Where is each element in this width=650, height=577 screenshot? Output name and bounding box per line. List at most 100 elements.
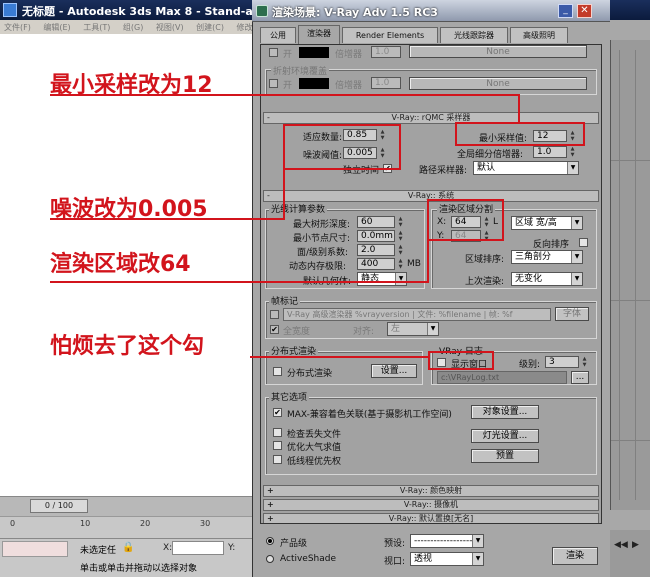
refract-multiplier-spinner[interactable]: 1.0	[371, 77, 401, 89]
min-leaf-size-spinner[interactable]: 0.0mm	[357, 230, 395, 242]
annotation-box-show-window	[428, 351, 494, 370]
chevron-down-icon[interactable]: ▼	[472, 553, 483, 565]
previous-render-dropdown[interactable]: 无变化 ▼	[511, 272, 583, 286]
level-label: 级别:	[519, 360, 541, 370]
chevron-down-icon[interactable]: ▼	[571, 273, 582, 285]
render-button[interactable]: 渲染	[552, 547, 598, 565]
path-sampler-value: 默认	[477, 163, 496, 173]
annotation-line	[250, 356, 430, 358]
browse-button[interactable]: ...	[571, 371, 589, 384]
face-level-coef-arrows[interactable]: ▲ ▼	[397, 244, 404, 256]
preset-dropdown[interactable]: ------------------- ▼	[410, 534, 484, 548]
light-settings-button[interactable]: 灯光设置...	[471, 429, 539, 443]
full-width-checkbox[interactable]: ✔	[270, 325, 279, 334]
time-slider[interactable]: 0 / 100	[30, 499, 88, 513]
production-radio[interactable]	[266, 537, 274, 545]
rollout-camera[interactable]: + V-Ray:: 摄像机	[263, 499, 599, 511]
max-compat-label: MAX-兼容着色关联(基于摄影机工作空间)	[287, 410, 452, 420]
presets-button[interactable]: 预置	[471, 449, 539, 463]
global-subdivs-arrows[interactable]: ▲ ▼	[569, 146, 576, 158]
env-map-button[interactable]: None	[409, 45, 587, 58]
chevron-down-icon[interactable]: ▼	[427, 323, 438, 335]
frame-stamp-text[interactable]: V-Ray 高级渲染器 %vrayversion | 文件: %filename…	[283, 308, 551, 321]
annotation-region: 渲染区域改64	[50, 252, 191, 277]
distributed-settings-button[interactable]: 设置...	[371, 364, 417, 378]
rollout-default-displacement-title: V-Ray:: 默认置换[无名]	[388, 514, 474, 523]
activeshade-radio[interactable]	[266, 555, 274, 563]
global-subdivs-spinner[interactable]: 1.0	[533, 146, 567, 158]
refract-override-checkbox[interactable]	[269, 79, 278, 88]
path-sampler-label: 路径采样器:	[419, 166, 468, 176]
optimize-atmo-checkbox[interactable]	[273, 441, 282, 450]
max-tree-depth-arrows[interactable]: ▲ ▼	[397, 216, 404, 228]
env-multiplier-spinner[interactable]: 1.0	[371, 46, 401, 58]
min-leaf-size-arrows[interactable]: ▲ ▼	[397, 230, 404, 242]
close-button[interactable]: ✕	[577, 4, 592, 18]
tab-common[interactable]: 公用	[260, 27, 296, 43]
dialog-title: 渲染场景: V-Ray Adv 1.5 RC3	[252, 0, 610, 22]
ruler-tick: 10	[80, 519, 91, 528]
max-menu-bar[interactable]: 文件(F) 编辑(E) 工具(T) 组(G) 视图(V) 创建(C) 修改器(O…	[0, 20, 252, 34]
chevron-down-icon[interactable]: ▼	[395, 273, 406, 285]
distributed-label: 分布式渲染	[287, 369, 333, 379]
align-dropdown[interactable]: 左 ▼	[387, 322, 439, 336]
viewport-value: 透视	[414, 554, 433, 564]
status-field[interactable]	[2, 541, 68, 557]
level-arrows[interactable]: ▲ ▼	[581, 356, 588, 368]
path-sampler-dropdown[interactable]: 默认 ▼	[473, 161, 579, 175]
font-button[interactable]: 字体	[555, 307, 589, 321]
env-color-swatch[interactable]	[299, 47, 329, 58]
multiplier-label-2: 倍增器	[335, 81, 363, 91]
viewport-perspective[interactable]	[610, 40, 650, 510]
tab-render-elements[interactable]: Render Elements	[342, 27, 438, 43]
region-seq-dropdown[interactable]: 三角剖分 ▼	[511, 250, 583, 264]
max-compat-checkbox[interactable]: ✔	[273, 408, 282, 417]
frame-stamp-checkbox[interactable]	[270, 310, 279, 319]
annotation-line	[50, 281, 429, 283]
refract-map-button[interactable]: None	[409, 77, 587, 90]
dynamic-mem-arrows[interactable]: ▲ ▼	[397, 258, 404, 270]
env-override-checkbox[interactable]	[269, 48, 278, 57]
raycaster-group-title: 光线计算参数	[269, 202, 328, 215]
chevron-down-icon[interactable]: ▼	[571, 217, 582, 229]
rollout-default-displacement[interactable]: + V-Ray:: 默认置换[无名]	[263, 513, 599, 523]
region-mode-dropdown[interactable]: 区域 宽/高 ▼	[511, 216, 583, 230]
rollout-color-mapping[interactable]: + V-Ray:: 颜色映射	[263, 485, 599, 497]
tab-raytracer[interactable]: 光线跟踪器	[440, 27, 508, 43]
log-path-field[interactable]: c:\VRayLog.txt	[437, 371, 567, 384]
tab-renderer[interactable]: 渲染器	[298, 25, 340, 44]
play-icon[interactable]: ▶	[632, 540, 639, 550]
tab-advanced-lighting[interactable]: 高级照明	[510, 27, 568, 43]
dynamic-mem-spinner[interactable]: 400	[357, 258, 395, 270]
object-settings-button[interactable]: 对象设置...	[471, 405, 539, 419]
chevron-down-icon[interactable]: ▼	[472, 535, 483, 547]
production-label: 产品级	[280, 539, 308, 549]
animation-controls[interactable]: ◀◀ ▶	[610, 530, 650, 577]
ruler-tick: 0	[10, 519, 16, 528]
low-thread-checkbox[interactable]	[273, 455, 282, 464]
region-mode-value: 区域 宽/高	[515, 218, 557, 228]
coord-x-label: X:	[163, 543, 173, 553]
max-tree-depth-spinner[interactable]: 60	[357, 216, 395, 228]
face-level-coef-spinner[interactable]: 2.0	[357, 244, 395, 256]
viewport-dropdown[interactable]: 透视 ▼	[410, 552, 484, 566]
play-back-icon[interactable]: ◀◀	[614, 540, 628, 550]
annotation-box-noise	[283, 124, 401, 170]
lock-icon[interactable]: 🔒	[122, 542, 134, 554]
chevron-down-icon[interactable]: ▼	[571, 251, 582, 263]
region-seq-value: 三角剖分	[515, 252, 552, 262]
reverse-seq-checkbox[interactable]	[579, 238, 588, 247]
chevron-down-icon[interactable]: ▼	[567, 162, 578, 174]
annotation-box-min-samples	[455, 122, 585, 146]
refract-color-swatch[interactable]	[299, 78, 329, 89]
minimize-button[interactable]: _	[558, 4, 573, 18]
check-missing-label: 检查丢失文件	[287, 430, 342, 440]
distributed-checkbox[interactable]	[273, 367, 282, 376]
coord-x-input[interactable]	[172, 541, 224, 555]
level-spinner[interactable]: 3	[545, 356, 579, 368]
annotation-line	[283, 168, 285, 220]
dialog-bottom-bar: 产品级 ActiveShade 预设: ------------------- …	[256, 527, 606, 577]
annotation-line	[50, 94, 520, 96]
check-missing-checkbox[interactable]	[273, 428, 282, 437]
default-geom-dropdown[interactable]: 静态 ▼	[357, 272, 407, 286]
